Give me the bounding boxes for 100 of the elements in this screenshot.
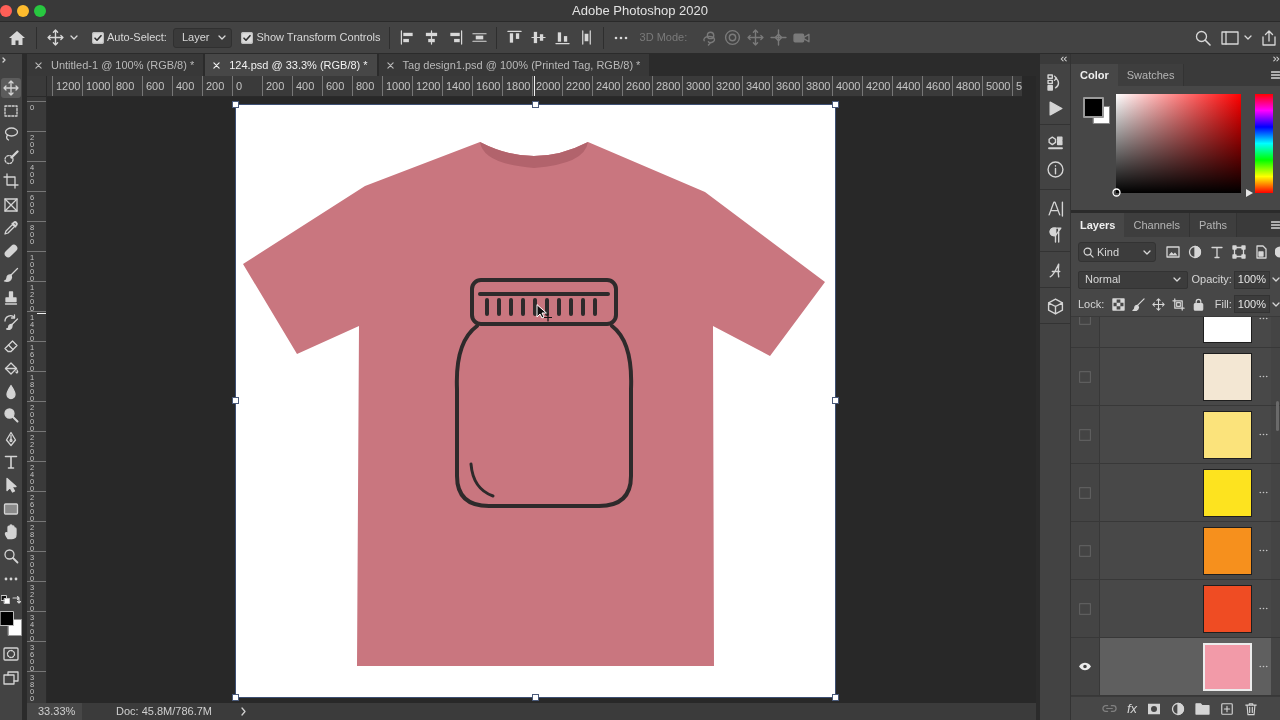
type-filter-icon[interactable] [1210, 245, 1224, 259]
brush-icon[interactable] [1132, 297, 1146, 311]
filter-toggle-icon[interactable] [1275, 246, 1280, 258]
layer-item[interactable] [1100, 464, 1271, 521]
document-tab[interactable]: 124.psd @ 33.3% (RGB/8) * [205, 54, 377, 76]
move-icon[interactable] [1, 77, 21, 98]
align-bottom-icon[interactable] [554, 30, 570, 45]
trash-icon[interactable] [1244, 701, 1259, 716]
color-picker-ring-icon[interactable] [1112, 188, 1121, 197]
share-icon[interactable] [1260, 29, 1278, 46]
visibility-checkbox[interactable] [1079, 428, 1091, 441]
more-icon[interactable] [1259, 317, 1268, 320]
lock-icon[interactable] [1192, 297, 1206, 311]
transform-handle[interactable] [832, 397, 839, 404]
caret-icon[interactable] [1272, 301, 1280, 307]
fill-field[interactable]: 100% [1233, 295, 1270, 313]
panel-tab[interactable]: Paths [1189, 213, 1238, 237]
screen-mode-icon[interactable] [3, 670, 19, 685]
checkbox[interactable] [241, 31, 254, 44]
new-layer-icon[interactable] [1220, 701, 1235, 716]
quick-mask-icon[interactable] [3, 646, 19, 661]
search-icon[interactable] [1195, 29, 1211, 46]
swap-colors-icon[interactable] [12, 594, 21, 604]
align-top-icon[interactable] [506, 30, 522, 45]
caret-icon[interactable] [1272, 277, 1280, 282]
transform-handle[interactable] [532, 101, 539, 108]
properties-icon[interactable] [1046, 134, 1064, 152]
caret-icon[interactable] [70, 35, 78, 40]
cube-icon[interactable] [1046, 297, 1064, 315]
home-icon[interactable] [8, 29, 26, 46]
panel-tab[interactable]: Layers [1071, 213, 1125, 237]
transform-handle[interactable] [532, 694, 539, 701]
transform-handle[interactable] [232, 101, 239, 108]
hue-slider-thumb[interactable] [1246, 189, 1253, 197]
artboard-icon[interactable] [1172, 297, 1186, 311]
checkbox[interactable] [92, 31, 104, 44]
distribute-icon[interactable] [471, 30, 487, 45]
more-icon[interactable] [613, 35, 628, 40]
blend-mode-dropdown[interactable]: Normal [1078, 270, 1188, 289]
more-icon[interactable] [1259, 607, 1268, 610]
chevron-right-icon[interactable] [241, 707, 246, 716]
folder-icon[interactable] [1195, 702, 1211, 715]
expand-icon[interactable] [1273, 56, 1280, 62]
zoom-field[interactable]: 33.33% [27, 703, 82, 720]
align-right-icon[interactable] [447, 30, 463, 45]
smart-object-filter-icon[interactable] [1254, 245, 1268, 259]
close-icon[interactable] [35, 61, 42, 69]
mask-icon[interactable] [1147, 702, 1162, 715]
search-icon[interactable] [1083, 246, 1094, 258]
align-left-icon[interactable] [399, 30, 415, 45]
panel-tab[interactable]: Color [1071, 64, 1118, 86]
window-close-icon[interactable] [0, 5, 12, 17]
layer-item[interactable] [1100, 348, 1271, 405]
panel-menu-icon[interactable] [1271, 71, 1280, 79]
image-filter-icon[interactable] [1166, 245, 1180, 259]
collapse-icon[interactable] [1060, 56, 1067, 62]
more-icon[interactable] [1259, 491, 1268, 494]
window-minimize-icon[interactable] [17, 5, 29, 17]
effects-button[interactable]: fx [1127, 702, 1138, 715]
more-icon[interactable] [1259, 433, 1268, 436]
more-icon[interactable] [1259, 549, 1268, 552]
eye-icon[interactable] [1078, 662, 1092, 671]
opacity-field[interactable]: 100% [1233, 270, 1270, 289]
caret-icon[interactable] [218, 35, 227, 40]
visibility-checkbox[interactable] [1079, 486, 1091, 499]
document-tab[interactable]: Tag design1.psd @ 100% (Printed Tag, RGB/8) * [378, 54, 650, 76]
more-icon[interactable] [1259, 375, 1268, 378]
visibility-checkbox[interactable] [1079, 370, 1091, 383]
character-icon[interactable] [1046, 199, 1064, 217]
filter-dropdown[interactable]: Kind [1078, 242, 1156, 262]
layer-item[interactable] [1100, 522, 1271, 579]
dodge-icon[interactable] [1, 405, 21, 426]
caret-icon[interactable] [1143, 249, 1151, 255]
info-icon[interactable] [1046, 160, 1064, 178]
checkerboard-icon[interactable] [1112, 297, 1126, 311]
transform-handle[interactable] [832, 694, 839, 701]
document-tab[interactable]: Untitled-1 @ 100% (RGB/8) * [27, 54, 204, 76]
panel-tab[interactable]: Channels [1124, 213, 1190, 237]
play-icon[interactable] [1046, 99, 1064, 117]
caret-icon[interactable] [1244, 35, 1252, 40]
visibility-checkbox[interactable] [1079, 602, 1091, 615]
workspace-icon[interactable] [1221, 29, 1239, 46]
panel-menu-icon[interactable] [1271, 221, 1280, 229]
default-colors-icon[interactable] [1, 594, 10, 604]
window-zoom-icon[interactable] [34, 5, 46, 17]
expand-icon[interactable] [2, 57, 6, 63]
align-middle-icon[interactable] [530, 30, 546, 45]
visibility-checkbox[interactable] [1079, 544, 1091, 557]
shape-filter-icon[interactable] [1232, 245, 1246, 259]
align-center-icon[interactable] [423, 30, 439, 45]
auto-select-dropdown[interactable]: Layer [172, 27, 233, 48]
foreground-background-colors-icon[interactable] [1083, 97, 1110, 124]
transform-handle[interactable] [232, 397, 239, 404]
history-brush-icon[interactable] [1, 311, 21, 332]
close-icon[interactable] [386, 61, 394, 69]
scrollbar[interactable] [1276, 401, 1279, 431]
adjustment-filter-icon[interactable] [1188, 245, 1202, 259]
layer-item[interactable] [1100, 638, 1271, 695]
panel-tab[interactable]: Swatches [1117, 64, 1185, 86]
adjustment-icon[interactable] [1171, 701, 1186, 716]
